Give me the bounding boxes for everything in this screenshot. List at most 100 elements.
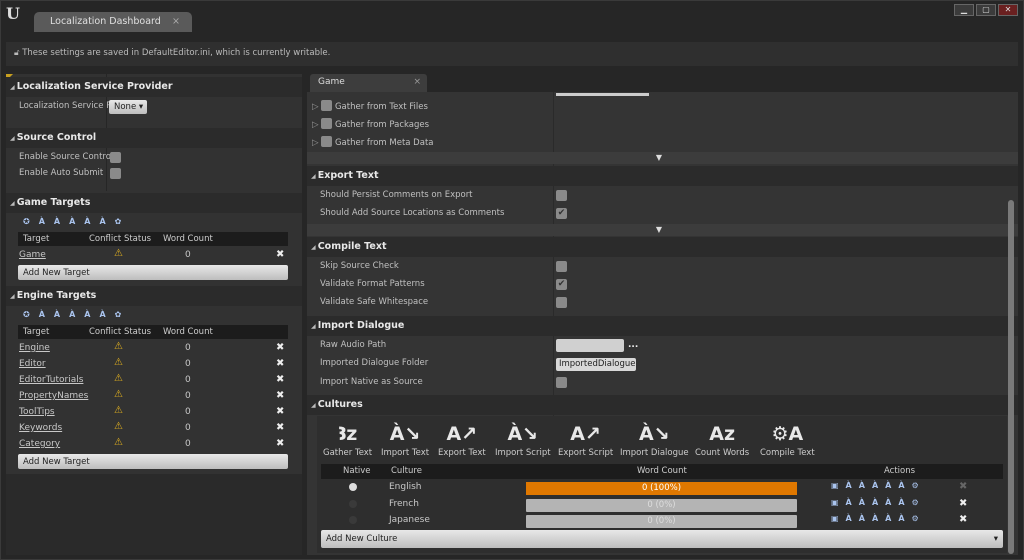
- toolbar-label: Count Words: [695, 448, 750, 458]
- target-link[interactable]: Keywords: [19, 423, 62, 433]
- close-tab-icon[interactable]: ×: [413, 77, 421, 87]
- native-radio[interactable]: [349, 483, 357, 491]
- expand-separator[interactable]: ▼: [307, 152, 1018, 164]
- toolbar-import-script-button[interactable]: À↘ Import Script: [495, 420, 551, 458]
- gather-label: Gather from Meta Data: [334, 138, 434, 148]
- scrollbar[interactable]: [1008, 200, 1014, 554]
- skip-source-check-label: Skip Source Check: [320, 261, 399, 271]
- toolbar-label: Export Script: [558, 448, 614, 458]
- gather-checkbox[interactable]: [321, 136, 333, 147]
- section-localization-service-provider[interactable]: Localization Service Provider: [6, 77, 302, 97]
- delete-culture-icon[interactable]: ✖: [959, 514, 967, 525]
- delete-culture-icon[interactable]: ✖: [959, 481, 967, 492]
- gather-checkbox[interactable]: [321, 118, 333, 129]
- lsp-dropdown[interactable]: None ▾: [109, 100, 147, 114]
- section-cultures[interactable]: Cultures: [307, 395, 1018, 415]
- text-field-edge: [556, 93, 649, 96]
- col-word-count: Word Count: [637, 466, 687, 476]
- word-count: 0: [185, 343, 191, 353]
- add-new-engine-target-button[interactable]: Add New Target: [18, 454, 288, 469]
- delete-icon[interactable]: ✖: [276, 390, 284, 401]
- raw-audio-path-input[interactable]: [556, 339, 624, 352]
- delete-icon[interactable]: ✖: [276, 422, 284, 433]
- unreal-logo-icon: U: [6, 4, 20, 23]
- col-conflict: Conflict Status: [89, 234, 152, 244]
- culture-action-icons[interactable]: ▣ÀÀÀÀÀ⚙: [831, 498, 926, 507]
- toolbar-compile-text-button[interactable]: ⚙A Compile Text: [760, 420, 815, 458]
- col-conflict: Conflict Status: [89, 327, 152, 337]
- native-radio[interactable]: [349, 516, 357, 524]
- toolbar-export-text-button[interactable]: A↗ Export Text: [438, 420, 486, 458]
- target-link[interactable]: Category: [19, 439, 60, 449]
- target-link[interactable]: Engine: [19, 343, 50, 353]
- skip-source-check-checkbox[interactable]: [556, 261, 567, 272]
- game-targets-header: Target Conflict Status Word Count: [18, 232, 288, 246]
- culture-action-icons[interactable]: ▣ÀÀÀÀÀ⚙: [831, 481, 926, 490]
- count-words-icon: Az: [709, 423, 735, 445]
- expand-separator[interactable]: ▼: [307, 224, 1018, 236]
- delete-icon[interactable]: ✖: [276, 406, 284, 417]
- import-native-checkbox[interactable]: [556, 377, 567, 388]
- delete-icon[interactable]: ✖: [276, 358, 284, 369]
- native-radio[interactable]: [349, 499, 357, 508]
- target-link[interactable]: ToolTips: [19, 407, 55, 417]
- toolbar-export-script-button[interactable]: A↗ Export Script: [558, 420, 613, 458]
- delete-icon[interactable]: ✖: [276, 342, 284, 353]
- game-target-action-icons[interactable]: ✪ÀÀÀÀÀ✿: [23, 217, 130, 226]
- toolbar-count-words-button[interactable]: Az Count Words: [695, 420, 749, 458]
- word-count-text: 0 (0%): [647, 499, 676, 510]
- section-import-dialogue[interactable]: Import Dialogue: [307, 316, 1018, 336]
- expand-arrow-icon[interactable]: ▷: [312, 120, 321, 130]
- import-text-icon: À↘: [389, 423, 421, 445]
- add-new-target-button[interactable]: Add New Target: [18, 265, 288, 280]
- target-link[interactable]: PropertyNames: [19, 391, 88, 401]
- expand-arrow-icon[interactable]: ▷: [312, 102, 321, 112]
- cultures-header: Native Culture Word Count Actions: [321, 464, 1003, 479]
- toolbar-import-dialogue-button[interactable]: À↘ Import Dialogue: [620, 420, 689, 458]
- enable-auto-submit-checkbox[interactable]: [110, 168, 121, 179]
- warning-icon: ⚠: [114, 389, 123, 400]
- target-link[interactable]: Editor: [19, 359, 46, 369]
- culture-action-icons[interactable]: ▣ÀÀÀÀÀ⚙: [831, 514, 926, 523]
- toolbar-gather-text-button[interactable]: Ꜣz Gather Text: [323, 420, 372, 458]
- minimize-button[interactable]: ▁: [954, 4, 974, 16]
- gather-row[interactable]: ▷ Gather from Text Files: [307, 97, 1018, 115]
- section-source-control[interactable]: Source Control: [6, 128, 302, 148]
- section-export-text[interactable]: Export Text: [307, 166, 1018, 186]
- browse-button[interactable]: ...: [628, 340, 638, 350]
- tab-localization-dashboard[interactable]: Localization Dashboard ×: [34, 12, 192, 32]
- close-window-button[interactable]: ✕: [998, 4, 1018, 16]
- table-row: ToolTips ⚠ 0 ✖: [18, 405, 288, 420]
- engine-target-action-icons[interactable]: ✪ÀÀÀÀÀ✿: [23, 310, 130, 319]
- add-source-locations-checkbox[interactable]: ✔: [556, 208, 567, 219]
- delete-icon[interactable]: ✖: [276, 438, 284, 449]
- dialogue-folder-input[interactable]: ImportedDialogue: [556, 358, 636, 371]
- gather-row[interactable]: ▷ Gather from Packages: [307, 115, 1018, 133]
- col-native: Native: [343, 466, 371, 476]
- close-tab-icon[interactable]: ×: [172, 16, 180, 27]
- delete-icon[interactable]: ✖: [276, 249, 284, 260]
- tab-game[interactable]: Game ×: [310, 74, 427, 92]
- enable-source-control-checkbox[interactable]: [110, 152, 121, 163]
- delete-icon[interactable]: ✖: [276, 374, 284, 385]
- validate-whitespace-checkbox[interactable]: [556, 297, 567, 308]
- persist-comments-checkbox[interactable]: [556, 190, 567, 201]
- delete-culture-icon[interactable]: ✖: [959, 498, 967, 509]
- add-source-locations-label: Should Add Source Locations as Comments: [320, 208, 505, 218]
- toolbar-label: Export Text: [438, 448, 486, 458]
- expand-arrow-icon[interactable]: ▷: [312, 138, 321, 148]
- gather-checkbox[interactable]: [321, 100, 333, 111]
- target-link[interactable]: Game: [19, 250, 46, 260]
- section-compile-text[interactable]: Compile Text: [307, 237, 1018, 257]
- section-engine-targets[interactable]: Engine Targets: [6, 286, 302, 306]
- validate-format-checkbox[interactable]: ✔: [556, 279, 567, 290]
- toolbar-import-text-button[interactable]: À↘ Import Text: [381, 420, 429, 458]
- maximize-button[interactable]: ▢: [976, 4, 996, 16]
- section-game-targets[interactable]: Game Targets: [6, 193, 302, 213]
- gather-row[interactable]: ▷ Gather from Meta Data: [307, 133, 1018, 151]
- word-count: 0: [185, 359, 191, 369]
- warning-icon: ⚠: [114, 405, 123, 416]
- add-new-culture-dropdown[interactable]: Add New Culture ▾: [321, 530, 1003, 548]
- col-culture: Culture: [391, 466, 422, 476]
- target-link[interactable]: EditorTutorials: [19, 375, 83, 385]
